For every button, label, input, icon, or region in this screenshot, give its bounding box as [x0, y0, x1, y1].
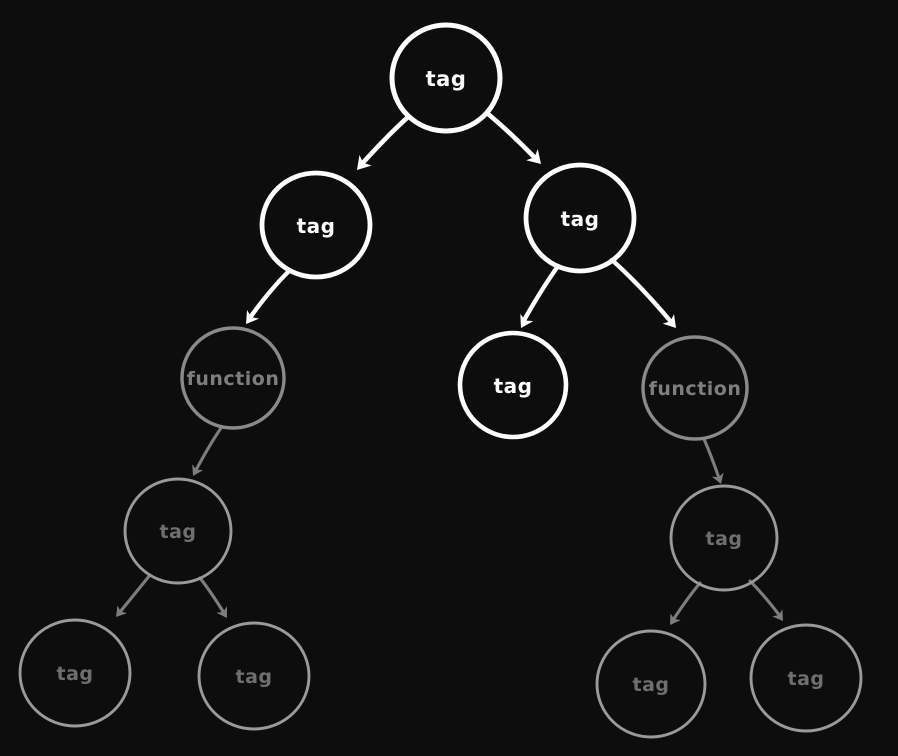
diagram-canvas: tag tag tag function tag function tag tag tag tag… — [0, 0, 898, 756]
node-label: tag — [159, 521, 196, 543]
node-label: function — [187, 368, 280, 390]
tree-graph: tag tag tag function tag function tag tag tag tag… — [0, 0, 898, 756]
node-label: tag — [561, 207, 600, 231]
node-label: tag — [297, 214, 336, 238]
node-label: tag — [705, 528, 742, 550]
node-label: tag — [56, 663, 93, 685]
node-label: tag — [426, 67, 467, 91]
node-label: tag — [632, 674, 669, 696]
node-label: tag — [787, 668, 824, 690]
node-label: tag — [235, 666, 272, 688]
node-label: tag — [494, 374, 533, 398]
node-label: function — [649, 378, 742, 400]
